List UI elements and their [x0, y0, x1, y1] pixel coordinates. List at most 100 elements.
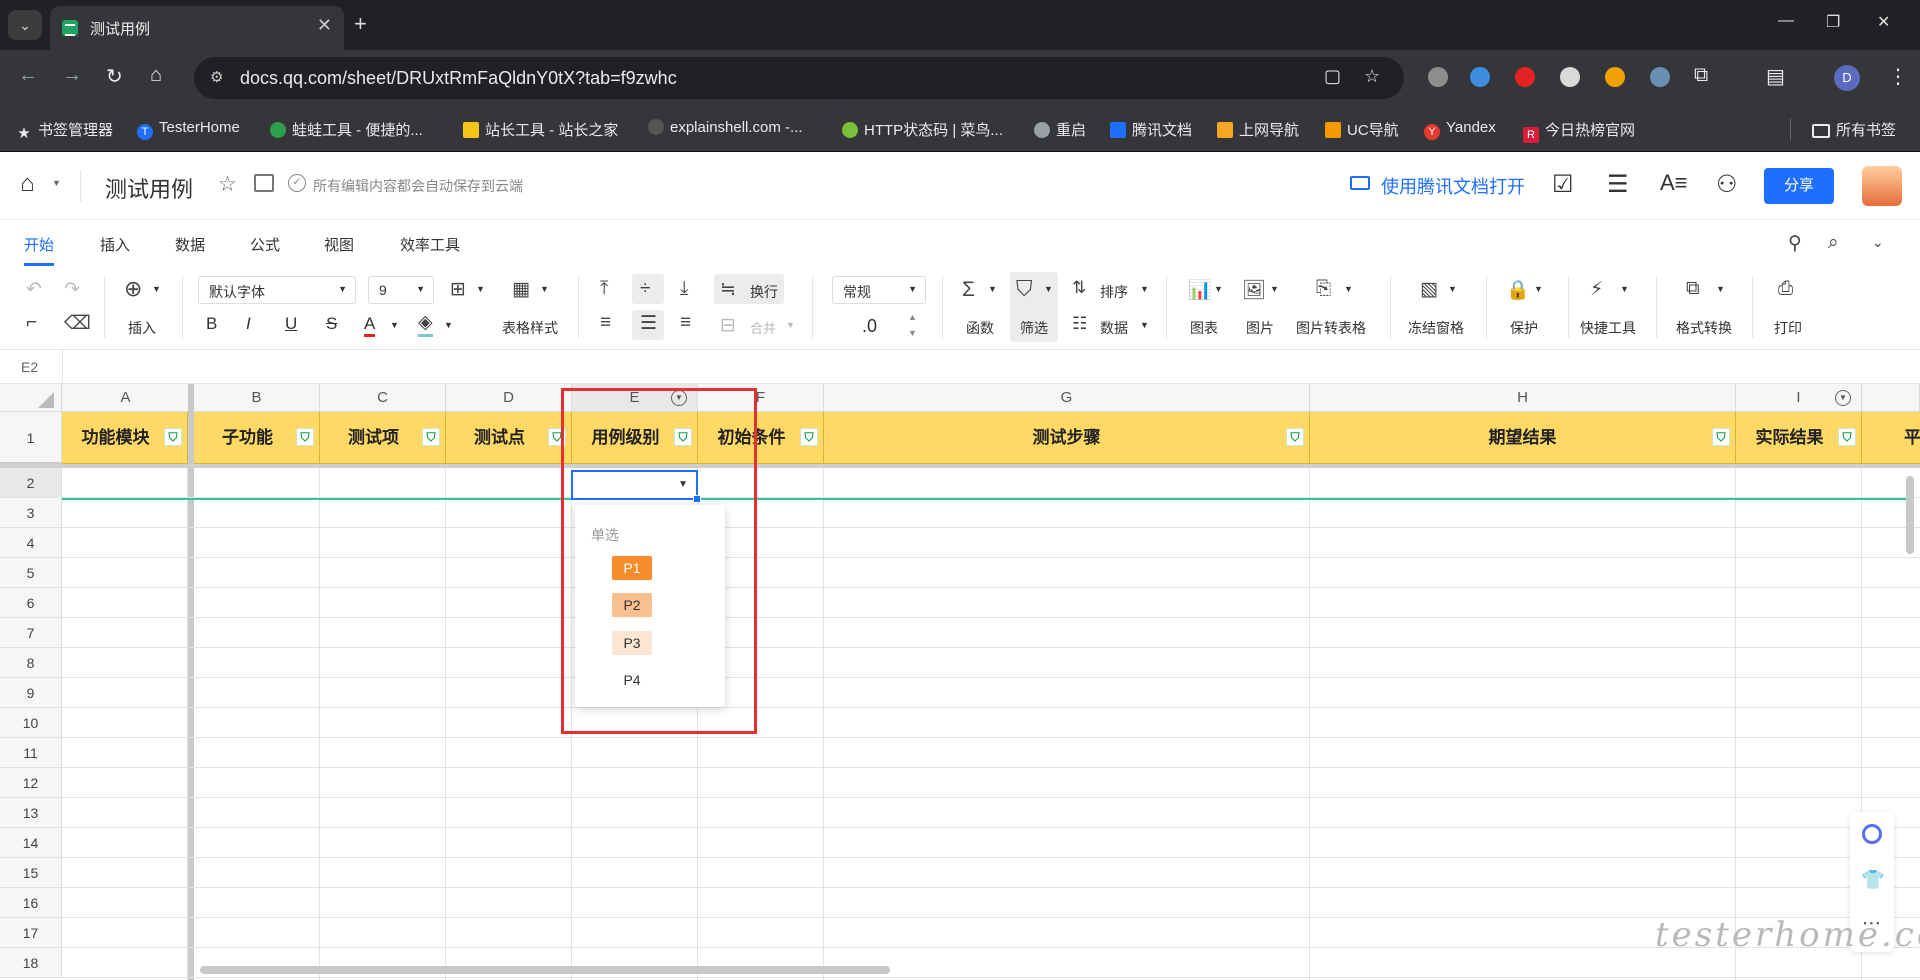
image-icon[interactable]: 🖼	[1242, 278, 1266, 302]
filter-icon[interactable]: ⛉	[800, 428, 818, 446]
chevron-down-icon[interactable]: ▼	[1044, 284, 1053, 294]
profile-avatar[interactable]: D	[1834, 65, 1860, 91]
minimize-icon[interactable]: —	[1778, 12, 1794, 30]
task-check-icon[interactable]: ☑	[1552, 170, 1574, 199]
align-middle-icon[interactable]: ÷	[640, 278, 650, 300]
tab-search-button[interactable]: ⌄	[8, 10, 42, 40]
bookmark-item[interactable]: ★ 书签管理器	[16, 119, 113, 142]
tab-start[interactable]: 开始	[24, 234, 54, 255]
browser-tab[interactable]: 测试用例 ✕	[50, 6, 344, 50]
row-header-14[interactable]: 14	[0, 828, 62, 858]
row-header-5[interactable]: 5	[0, 558, 62, 588]
header-cell[interactable]: 子功能 ⛉	[194, 412, 320, 464]
filter-icon[interactable]: ⛉	[1838, 428, 1856, 446]
side-panel-icon[interactable]: ▤	[1766, 64, 1785, 89]
row-header-8[interactable]: 8	[0, 648, 62, 678]
header-cell[interactable]: 平	[1862, 412, 1920, 464]
bookmark-item[interactable]: R 今日热榜官网	[1523, 119, 1635, 143]
chevron-down-icon[interactable]: ▼	[1270, 284, 1279, 294]
user-avatar[interactable]	[1862, 166, 1902, 206]
tab-efficiency-tools[interactable]: 效率工具	[400, 234, 460, 255]
row-header-3[interactable]: 3	[0, 498, 62, 528]
chevron-down-icon[interactable]: ▼	[1140, 320, 1149, 330]
chevron-down-icon[interactable]: ▼	[1620, 284, 1629, 294]
redo-icon[interactable]: ↷	[64, 278, 80, 301]
underline-button[interactable]: U	[285, 314, 297, 334]
column-header-a[interactable]: A	[62, 384, 190, 412]
column-header-d[interactable]: D	[446, 384, 572, 412]
row-header-1[interactable]: 1	[0, 412, 62, 464]
extension-icon[interactable]	[1560, 67, 1580, 87]
bookmark-item[interactable]: explainshell.com -...	[648, 119, 803, 136]
wrap-icon[interactable]: ≒	[720, 278, 736, 301]
filter-button[interactable]: 筛选	[1020, 318, 1048, 338]
number-format-select[interactable]: 常规	[832, 276, 926, 304]
increase-decimal-icon[interactable]: ▲	[908, 312, 917, 322]
image-to-table-icon[interactable]: ⎘	[1316, 278, 1331, 300]
header-cell[interactable]: 实际结果 ⛉	[1736, 412, 1862, 464]
tab-formula[interactable]: 公式	[250, 234, 280, 255]
merge-icon[interactable]: ⊟	[720, 314, 736, 337]
chevron-down-icon[interactable]: ▼	[786, 320, 795, 330]
column-header-g[interactable]: G	[824, 384, 1310, 412]
chart-button[interactable]: 图表	[1190, 318, 1218, 338]
column-header-b[interactable]: B	[194, 384, 320, 412]
column-header-h[interactable]: H	[1310, 384, 1736, 412]
merge-button[interactable]: 合并	[750, 318, 776, 337]
menu-icon[interactable]: ☰	[1607, 170, 1629, 199]
print-icon[interactable]: ⎙	[1778, 278, 1793, 300]
header-cell[interactable]: 测试步骤 ⛉	[824, 412, 1310, 464]
align-center-icon[interactable]: ☰	[640, 312, 657, 335]
filter-icon[interactable]: ⛉	[1286, 428, 1304, 446]
row-header-17[interactable]: 17	[0, 918, 62, 948]
freeze-row-divider[interactable]	[0, 464, 1920, 468]
freeze-divider[interactable]	[188, 384, 194, 980]
ai-assistant-icon[interactable]	[1862, 824, 1882, 844]
extension-icon[interactable]	[1470, 67, 1490, 87]
doc-title[interactable]: 测试用例	[105, 172, 193, 204]
bookmark-item[interactable]: HTTP状态码 | 菜鸟...	[842, 119, 1003, 140]
collapse-ribbon-icon[interactable]: ⌄	[1872, 234, 1884, 251]
chevron-down-icon[interactable]: ▼	[540, 284, 549, 294]
share-button[interactable]: 分享	[1764, 168, 1834, 204]
chevron-down-icon[interactable]: ▼	[476, 284, 485, 294]
align-bottom-icon[interactable]: ⤓	[680, 278, 688, 300]
extensions-puzzle-icon[interactable]: ⧉	[1694, 64, 1708, 87]
sort-icon[interactable]: ⇅	[1072, 278, 1086, 298]
search-icon[interactable]: ⌕	[1828, 232, 1839, 254]
vertical-scrollbar[interactable]	[1906, 476, 1914, 554]
home-icon[interactable]: ⌂	[20, 170, 35, 198]
stamp-icon[interactable]: ⚲	[1788, 232, 1802, 255]
align-right-icon[interactable]: ≡	[680, 312, 691, 334]
extension-icon[interactable]	[1515, 67, 1535, 87]
decrease-decimal-icon[interactable]: ▼	[908, 328, 917, 338]
chevron-down-icon[interactable]: ▼	[1140, 284, 1149, 294]
bookmark-item[interactable]: 站长工具 - 站长之家	[463, 119, 618, 140]
site-info-icon[interactable]: ⚙	[210, 68, 223, 86]
row-header-7[interactable]: 7	[0, 618, 62, 648]
forward-icon[interactable]: →	[62, 64, 82, 87]
column-header-c[interactable]: C	[320, 384, 446, 412]
format-painter-icon[interactable]: ⌐	[26, 312, 37, 334]
row-header-15[interactable]: 15	[0, 858, 62, 888]
chart-icon[interactable]: 📊	[1188, 278, 1212, 302]
header-cell[interactable]: 测试点 ⛉	[446, 412, 572, 464]
bookmark-star-icon[interactable]: ☆	[1364, 66, 1380, 87]
row-header-2[interactable]: 2	[0, 468, 62, 498]
fill-color-icon[interactable]: ◈	[418, 312, 433, 337]
close-tab-icon[interactable]: ✕	[317, 15, 332, 36]
format-convert-icon[interactable]: ⧉	[1686, 278, 1700, 300]
filter-icon[interactable]: ⛉	[296, 428, 314, 446]
formula-input[interactable]	[70, 354, 1910, 380]
add-collaborator-icon[interactable]: ⚇	[1716, 170, 1738, 199]
decimal-button[interactable]: .0	[862, 316, 877, 337]
tab-insert[interactable]: 插入	[100, 234, 130, 255]
data-button[interactable]: 数据	[1100, 318, 1128, 338]
table-style-label[interactable]: 表格样式	[502, 318, 558, 338]
format-convert-button[interactable]: 格式转换	[1676, 318, 1732, 338]
lock-icon[interactable]: 🔒	[1506, 278, 1530, 302]
function-label[interactable]: 函数	[966, 318, 994, 338]
extension-icon[interactable]	[1428, 67, 1448, 87]
insert-plus-icon[interactable]: ⊕	[124, 276, 142, 302]
sort-button[interactable]: 排序	[1100, 282, 1128, 302]
